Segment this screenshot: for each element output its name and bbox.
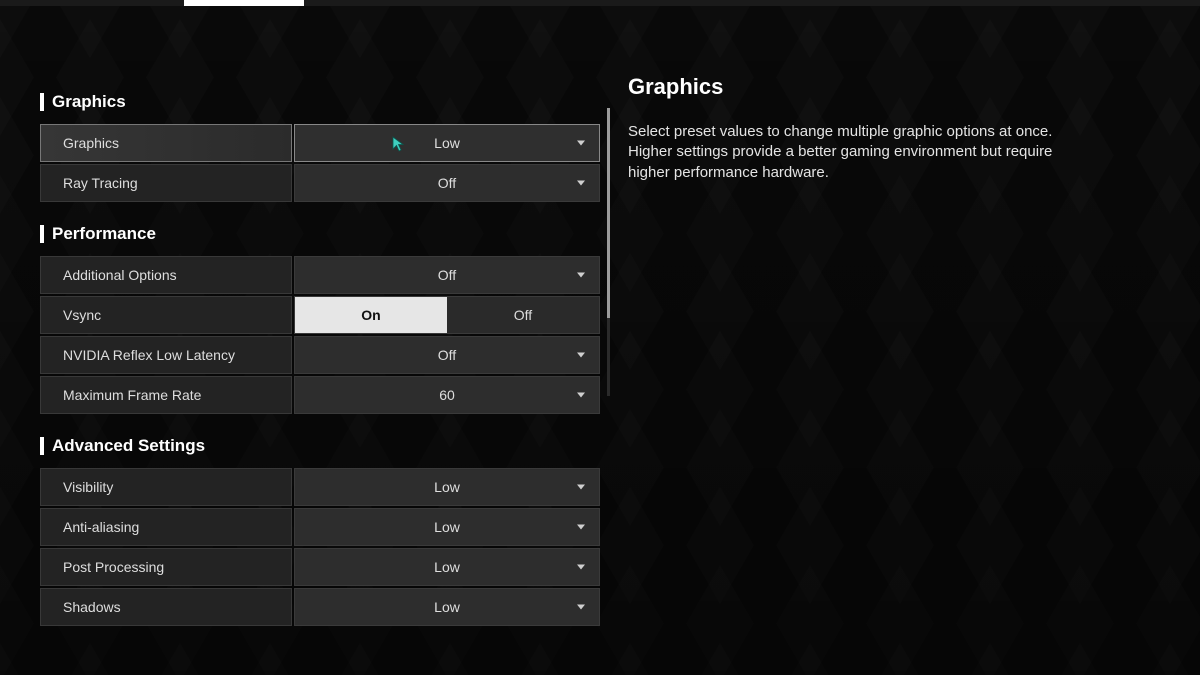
row-ray-tracing[interactable]: Ray Tracing Off xyxy=(40,164,600,202)
toggle-vsync-off[interactable]: Off xyxy=(447,297,599,333)
row-visibility[interactable]: Visibility Low xyxy=(40,468,600,506)
row-post-processing[interactable]: Post Processing Low xyxy=(40,548,600,586)
label-post-processing: Post Processing xyxy=(40,548,292,586)
section-accent-bar xyxy=(40,437,44,455)
dropdown-graphics-preset[interactable]: Low xyxy=(294,124,600,162)
description-text: Select preset values to change multiple … xyxy=(628,122,1088,183)
active-top-tab-indicator[interactable] xyxy=(184,0,304,6)
value-nvidia-reflex: Off xyxy=(438,347,456,363)
row-graphics-preset[interactable]: Graphics Low xyxy=(40,124,600,162)
top-bar xyxy=(0,0,1200,6)
settings-left-panel: Graphics Graphics Low Ray Tracing Off Pe… xyxy=(40,70,600,675)
value-max-frame-rate: 60 xyxy=(439,387,455,403)
section-title-advanced: Advanced Settings xyxy=(52,436,205,456)
label-shadows: Shadows xyxy=(40,588,292,626)
label-max-frame-rate: Maximum Frame Rate xyxy=(40,376,292,414)
label-ray-tracing: Ray Tracing xyxy=(40,164,292,202)
dropdown-anti-aliasing[interactable]: Low xyxy=(294,508,600,546)
row-vsync[interactable]: Vsync On Off xyxy=(40,296,600,334)
value-anti-aliasing: Low xyxy=(434,519,460,535)
value-visibility: Low xyxy=(434,479,460,495)
chevron-down-icon xyxy=(577,485,585,490)
row-max-frame-rate[interactable]: Maximum Frame Rate 60 xyxy=(40,376,600,414)
description-title: Graphics xyxy=(628,74,1148,100)
label-nvidia-reflex: NVIDIA Reflex Low Latency xyxy=(40,336,292,374)
section-header-performance: Performance xyxy=(40,224,600,244)
chevron-down-icon xyxy=(577,525,585,530)
section-header-advanced: Advanced Settings xyxy=(40,436,600,456)
chevron-down-icon xyxy=(577,605,585,610)
dropdown-ray-tracing[interactable]: Off xyxy=(294,164,600,202)
section-title-graphics: Graphics xyxy=(52,92,126,112)
label-graphics-preset: Graphics xyxy=(40,124,292,162)
dropdown-nvidia-reflex[interactable]: Off xyxy=(294,336,600,374)
chevron-down-icon xyxy=(577,181,585,186)
section-header-graphics: Graphics xyxy=(40,92,600,112)
scrollbar-thumb[interactable] xyxy=(607,108,610,318)
scrollbar-track[interactable] xyxy=(607,108,610,396)
value-additional-options: Off xyxy=(438,267,456,283)
toggle-vsync-on[interactable]: On xyxy=(295,297,447,333)
row-additional-options[interactable]: Additional Options Off xyxy=(40,256,600,294)
chevron-down-icon xyxy=(577,393,585,398)
chevron-down-icon xyxy=(577,565,585,570)
section-accent-bar xyxy=(40,225,44,243)
description-panel: Graphics Select preset values to change … xyxy=(628,74,1148,183)
dropdown-visibility[interactable]: Low xyxy=(294,468,600,506)
label-vsync: Vsync xyxy=(40,296,292,334)
row-shadows[interactable]: Shadows Low xyxy=(40,588,600,626)
dropdown-max-frame-rate[interactable]: 60 xyxy=(294,376,600,414)
chevron-down-icon xyxy=(577,353,585,358)
value-ray-tracing: Off xyxy=(438,175,456,191)
row-anti-aliasing[interactable]: Anti-aliasing Low xyxy=(40,508,600,546)
dropdown-post-processing[interactable]: Low xyxy=(294,548,600,586)
label-additional-options: Additional Options xyxy=(40,256,292,294)
dropdown-additional-options[interactable]: Off xyxy=(294,256,600,294)
value-graphics-preset: Low xyxy=(434,135,460,151)
label-anti-aliasing: Anti-aliasing xyxy=(40,508,292,546)
value-shadows: Low xyxy=(434,599,460,615)
toggle-vsync[interactable]: On Off xyxy=(294,296,600,334)
dropdown-shadows[interactable]: Low xyxy=(294,588,600,626)
value-post-processing: Low xyxy=(434,559,460,575)
section-title-performance: Performance xyxy=(52,224,156,244)
row-nvidia-reflex[interactable]: NVIDIA Reflex Low Latency Off xyxy=(40,336,600,374)
section-accent-bar xyxy=(40,93,44,111)
chevron-down-icon xyxy=(577,141,585,146)
chevron-down-icon xyxy=(577,273,585,278)
label-visibility: Visibility xyxy=(40,468,292,506)
